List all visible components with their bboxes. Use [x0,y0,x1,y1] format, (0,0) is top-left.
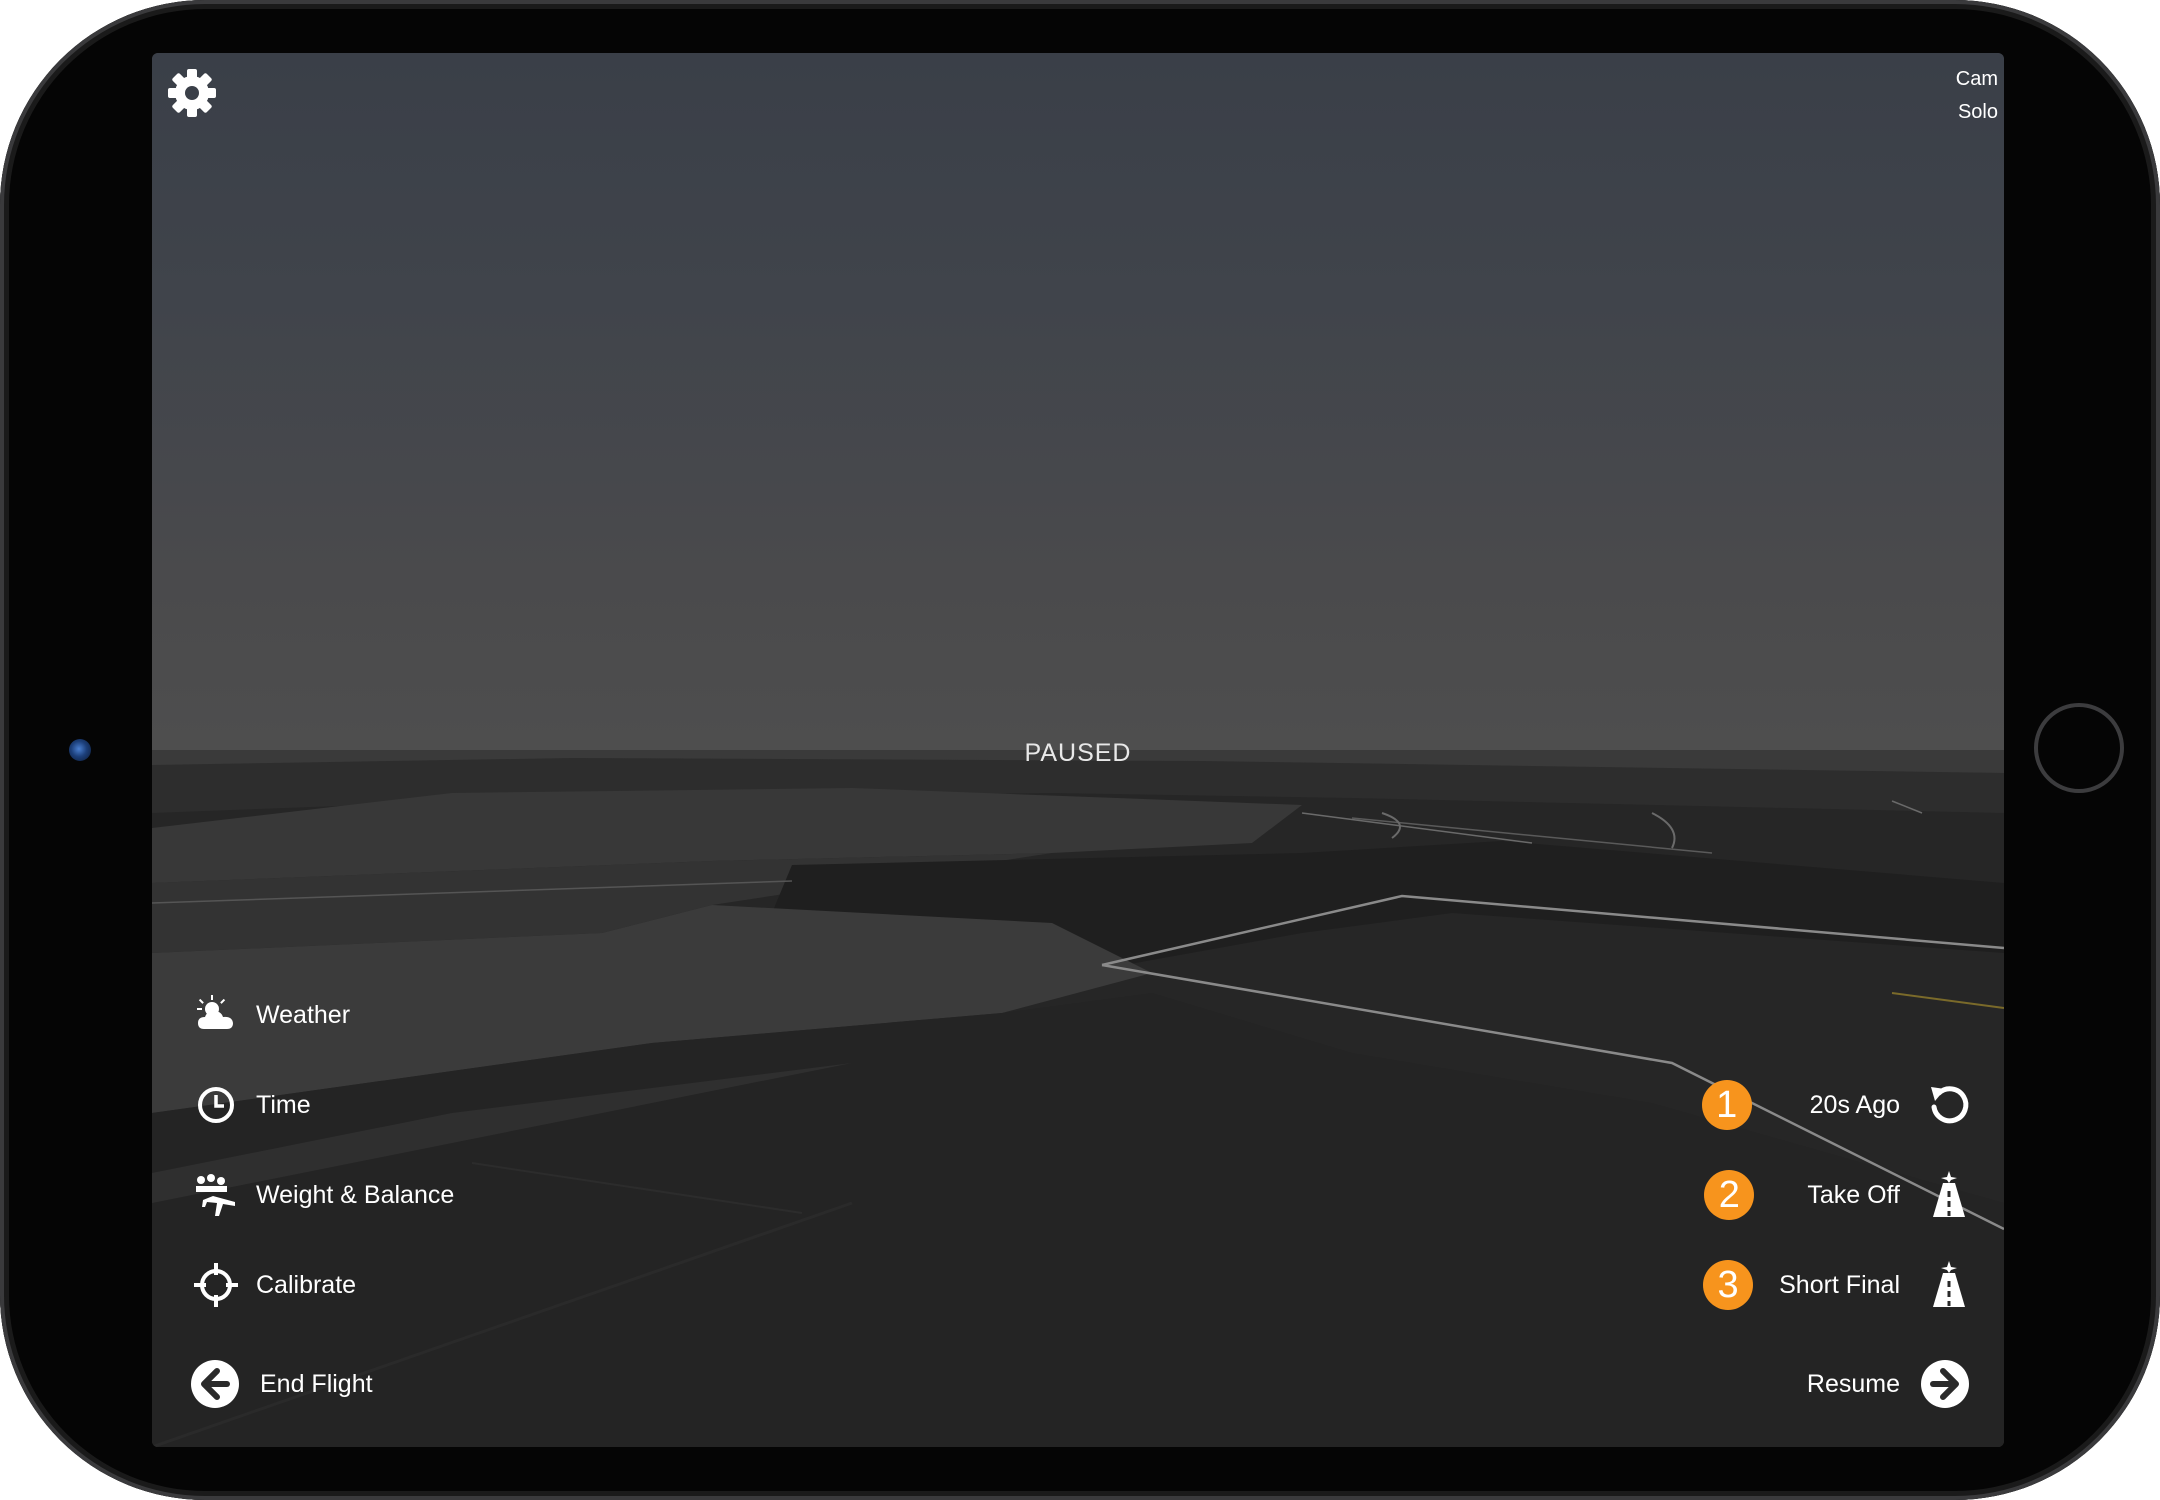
restore-point-label: 20s Ago [1809,1090,1900,1119]
arrow-left-icon [191,1360,239,1408]
restore-point-3[interactable]: 3 Short Final [1703,1257,1974,1313]
end-flight-label: End Flight [260,1369,373,1398]
restore-point-label: Take Off [1807,1180,1900,1209]
home-button[interactable] [2034,703,2124,793]
rewind-icon [1924,1080,1974,1130]
menu-item-weather[interactable]: Weather [192,987,350,1043]
menu-item-weight-balance[interactable]: Weight & Balance [192,1167,454,1223]
restore-point-2[interactable]: 2 Take Off [1704,1167,1974,1223]
menu-item-label: Weather [256,1000,351,1029]
camera-label: Cam [1955,68,1998,90]
solo-label: Solo [1957,101,1998,123]
restore-point-label: Short Final [1779,1270,1900,1299]
crosshair-icon [192,1261,240,1309]
simulator-screen: PAUSED Cam Solo Weather Time Weight & Ba… [152,53,2004,1447]
menu-item-calibrate[interactable]: Calibrate [192,1257,356,1313]
weather-icon [192,991,240,1039]
tablet-device-frame: PAUSED Cam Solo Weather Time Weight & Ba… [0,0,2160,1500]
gear-icon [168,69,216,117]
settings-button[interactable] [166,67,218,119]
restore-point-1[interactable]: 1 20s Ago [1701,1077,1974,1133]
restore-point-number: 3 [1703,1260,1754,1310]
arrow-right-icon [1921,1360,1969,1408]
paused-label: PAUSED [1024,739,1132,767]
runway-icon [1924,1170,1974,1220]
resume-label: Resume [1806,1369,1900,1398]
menu-item-label: Calibrate [256,1270,357,1299]
menu-item-label: Weight & Balance [256,1180,455,1209]
end-flight-button[interactable]: End Flight [190,1359,373,1409]
weight-balance-icon [192,1171,240,1219]
front-camera [69,739,91,761]
runway-icon [1924,1260,1974,1310]
clock-icon [192,1081,240,1129]
menu-item-label: Time [256,1090,311,1119]
camera-mode-toggle[interactable]: Cam Solo [1956,63,1998,129]
resume-button[interactable]: Resume [1807,1359,1970,1409]
menu-item-time[interactable]: Time [192,1077,311,1133]
restore-point-number: 2 [1704,1170,1755,1220]
restore-point-number: 1 [1701,1080,1752,1130]
